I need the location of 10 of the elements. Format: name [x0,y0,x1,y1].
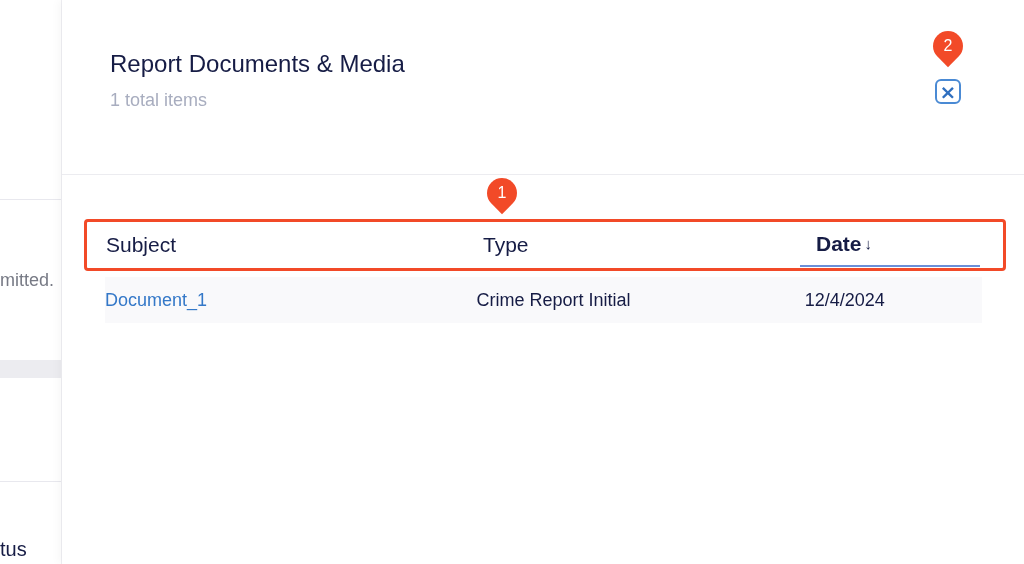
close-button[interactable]: × [935,79,961,104]
table-cell: 12/4/2024 [804,289,885,310]
document-link[interactable]: Document_1 [105,289,208,310]
item-count: 1 total items [110,90,209,111]
panel-title: Report Documents & Media [110,50,405,78]
background-text: tus [0,538,27,561]
column-header[interactable]: Subject [106,222,483,268]
column-header[interactable]: Date↓ [800,222,980,267]
table-cell: Crime Report Initial [476,289,631,310]
background-text: mitted. [0,270,55,291]
